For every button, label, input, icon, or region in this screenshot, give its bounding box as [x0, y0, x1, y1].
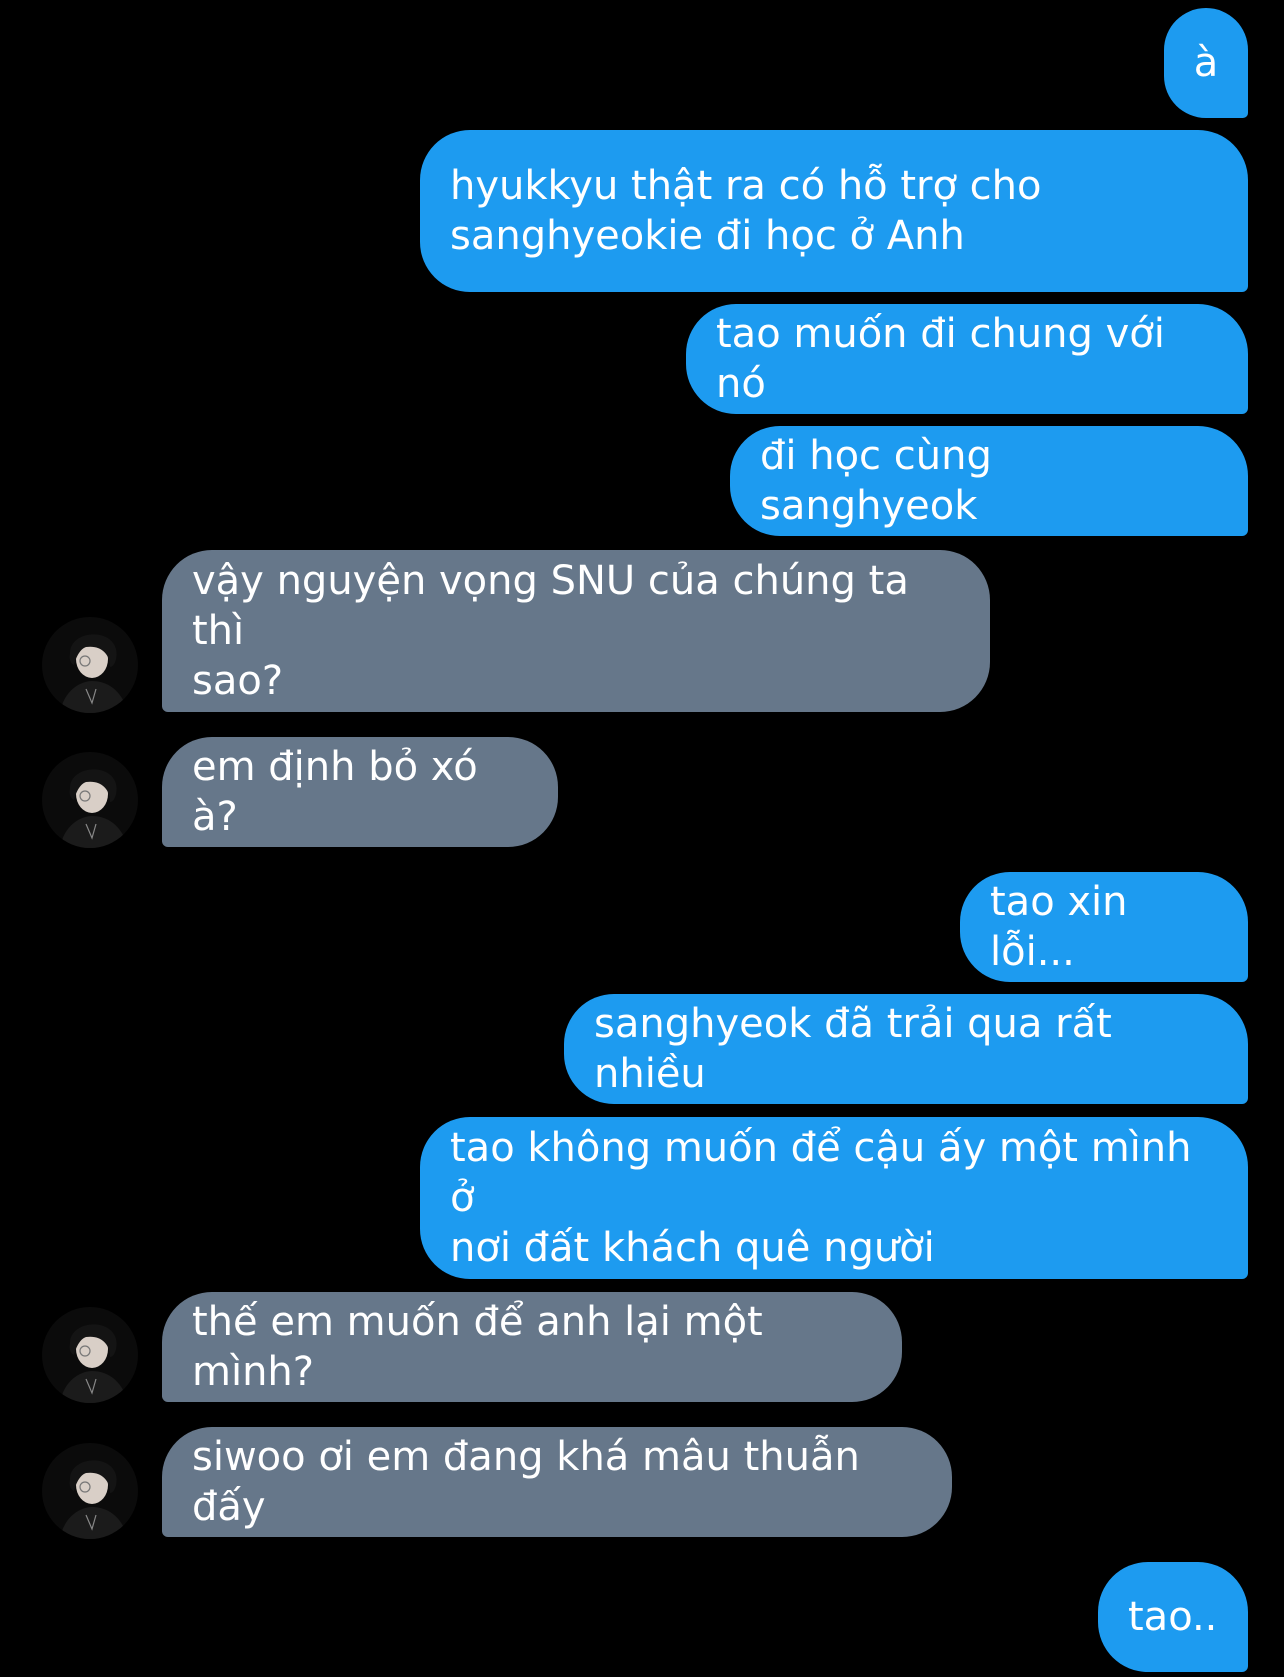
avatar-photo-icon: [42, 752, 138, 848]
chat-screen: { "messages": [ {"sender": "me", "text":…: [0, 0, 1284, 1677]
message-text: siwoo ơi em đang khá mâu thuẫn đấy: [192, 1434, 860, 1530]
message-bubble-sent[interactable]: tao muốn đi chung với nó: [686, 304, 1248, 414]
message-text: tao..: [1128, 1594, 1218, 1640]
message-bubble-sent[interactable]: hyukkyu thật ra có hỗ trợ cho sanghyeoki…: [420, 130, 1248, 292]
message-bubble-sent[interactable]: sanghyeok đã trải qua rất nhiều: [564, 994, 1248, 1104]
contact-avatar[interactable]: [42, 752, 138, 848]
message-bubble-received[interactable]: siwoo ơi em đang khá mâu thuẫn đấy: [162, 1427, 952, 1537]
message-text: thế em muốn để anh lại một mình?: [192, 1299, 763, 1395]
avatar-photo-icon: [42, 1307, 138, 1403]
message-text: hyukkyu thật ra có hỗ trợ cho sanghyeoki…: [450, 163, 1042, 259]
message-text: sanghyeok đã trải qua rất nhiều: [594, 1001, 1112, 1097]
message-text: tao muốn đi chung với nó: [716, 311, 1165, 407]
message-bubble-sent[interactable]: à: [1164, 8, 1248, 118]
message-bubble-sent[interactable]: tao..: [1098, 1562, 1248, 1672]
message-text: tao không muốn để cậu ấy một mình ở nơi …: [450, 1125, 1192, 1271]
message-text: vậy nguyện vọng SNU của chúng ta thì sao…: [192, 558, 909, 704]
message-text: tao xin lỗi...: [990, 879, 1128, 975]
message-bubble-sent[interactable]: tao xin lỗi...: [960, 872, 1248, 982]
message-bubble-sent[interactable]: đi học cùng sanghyeok: [730, 426, 1248, 536]
contact-avatar[interactable]: [42, 617, 138, 713]
message-bubble-sent[interactable]: tao không muốn để cậu ấy một mình ở nơi …: [420, 1117, 1248, 1279]
message-text: em định bỏ xó à?: [192, 744, 478, 840]
avatar-photo-icon: [42, 1443, 138, 1539]
contact-avatar[interactable]: [42, 1443, 138, 1539]
message-text: đi học cùng sanghyeok: [760, 433, 992, 529]
avatar-photo-icon: [42, 617, 138, 713]
message-bubble-received[interactable]: vậy nguyện vọng SNU của chúng ta thì sao…: [162, 550, 990, 712]
contact-avatar[interactable]: [42, 1307, 138, 1403]
message-text: à: [1193, 40, 1219, 86]
message-bubble-received[interactable]: em định bỏ xó à?: [162, 737, 558, 847]
message-bubble-received[interactable]: thế em muốn để anh lại một mình?: [162, 1292, 902, 1402]
